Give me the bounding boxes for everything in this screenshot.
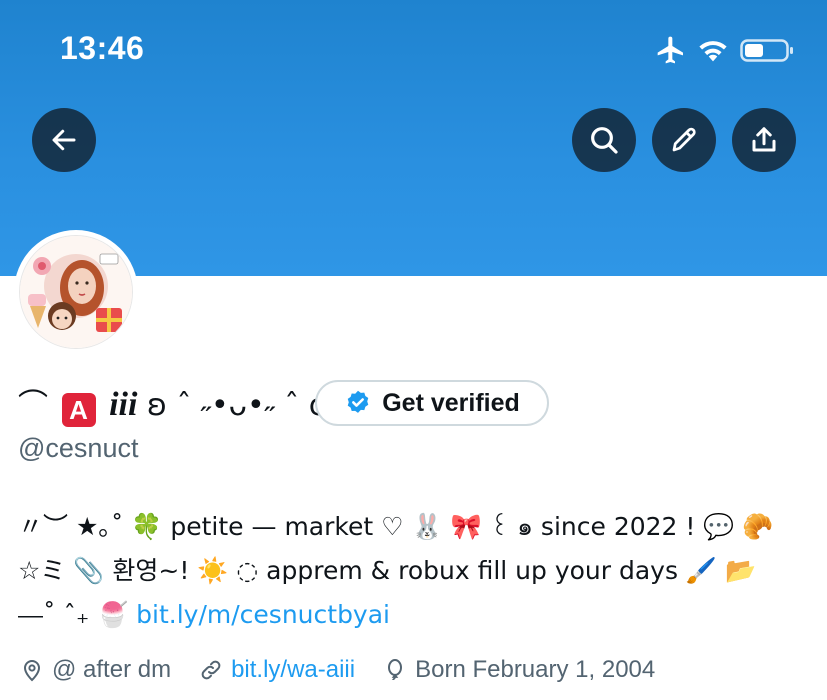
airplane-icon: [657, 36, 683, 64]
bio-line-prefix: ⎯⎯˚ ˆ₊ 🍧: [18, 600, 137, 629]
get-verified-label: Get verified: [382, 388, 520, 417]
balloon-icon: [388, 659, 403, 681]
search-icon: [591, 127, 618, 154]
location-pin-icon: [23, 660, 41, 682]
link-icon: [201, 660, 221, 680]
get-verified-button[interactable]: Get verified: [315, 380, 549, 426]
display-name-main: iii: [109, 385, 138, 423]
website-item[interactable]: bit.ly/wa-aiii: [199, 656, 355, 684]
search-button[interactable]: [572, 108, 636, 172]
edit-button[interactable]: [652, 108, 716, 172]
location-item: @ after dm: [20, 656, 171, 684]
display-name: ⌒ A iii ʚ ˆ ˶•ᴗ•˶ ˆ ɞ: [18, 380, 329, 427]
display-name-row: ⌒ A iii ʚ ˆ ˶•ᴗ•˶ ˆ ɞ: [18, 378, 329, 428]
location-text: @ after dm: [52, 656, 172, 683]
display-name-prefix: ⌒: [18, 387, 48, 423]
avatar-illustration: [20, 236, 132, 348]
profile-bio: 〃︶ ★｡˚ 🍀 petite — market ♡ 🐰 🎀 ꒰ ๑ since…: [18, 505, 818, 637]
back-button[interactable]: [32, 108, 96, 172]
avatar: [19, 235, 133, 349]
arrow-left-icon: [52, 129, 76, 151]
bio-line: 〃︶ ★｡˚ 🍀 petite — market ♡ 🐰 🎀 ꒰ ๑ since…: [18, 512, 774, 541]
bio-link[interactable]: bit.ly/m/cesnuctbyai: [136, 600, 390, 629]
profile-meta: @ after dm bit.ly/wa-aiii Born February …: [20, 652, 683, 688]
status-time: 13:46: [60, 30, 145, 66]
display-name-suffix: ʚ ˆ ˶•ᴗ•˶ ˆ ɞ: [146, 387, 329, 423]
profile-handle: @cesnuct: [18, 433, 139, 463]
birthday-text: Born February 1, 2004: [415, 656, 656, 683]
bio-line: ⎯⎯˚ ˆ₊ 🍧 bit.ly/m/cesnuctbyai: [18, 593, 818, 637]
wifi-icon: [699, 41, 727, 62]
website-link[interactable]: bit.ly/wa-aiii: [231, 656, 355, 684]
bio-line: ☆ミ 📎 환영~! ☀️ ◌ apprem & robux fill up yo…: [18, 556, 757, 585]
battery-icon: [740, 39, 793, 62]
avatar-container[interactable]: [14, 230, 138, 354]
verified-badge-icon: [347, 390, 369, 413]
pencil-icon: [672, 127, 696, 152]
share-icon: [752, 127, 776, 152]
share-button[interactable]: [732, 108, 796, 172]
birthday-item: Born February 1, 2004: [383, 656, 655, 684]
letter-a-emoji: A: [61, 392, 96, 427]
